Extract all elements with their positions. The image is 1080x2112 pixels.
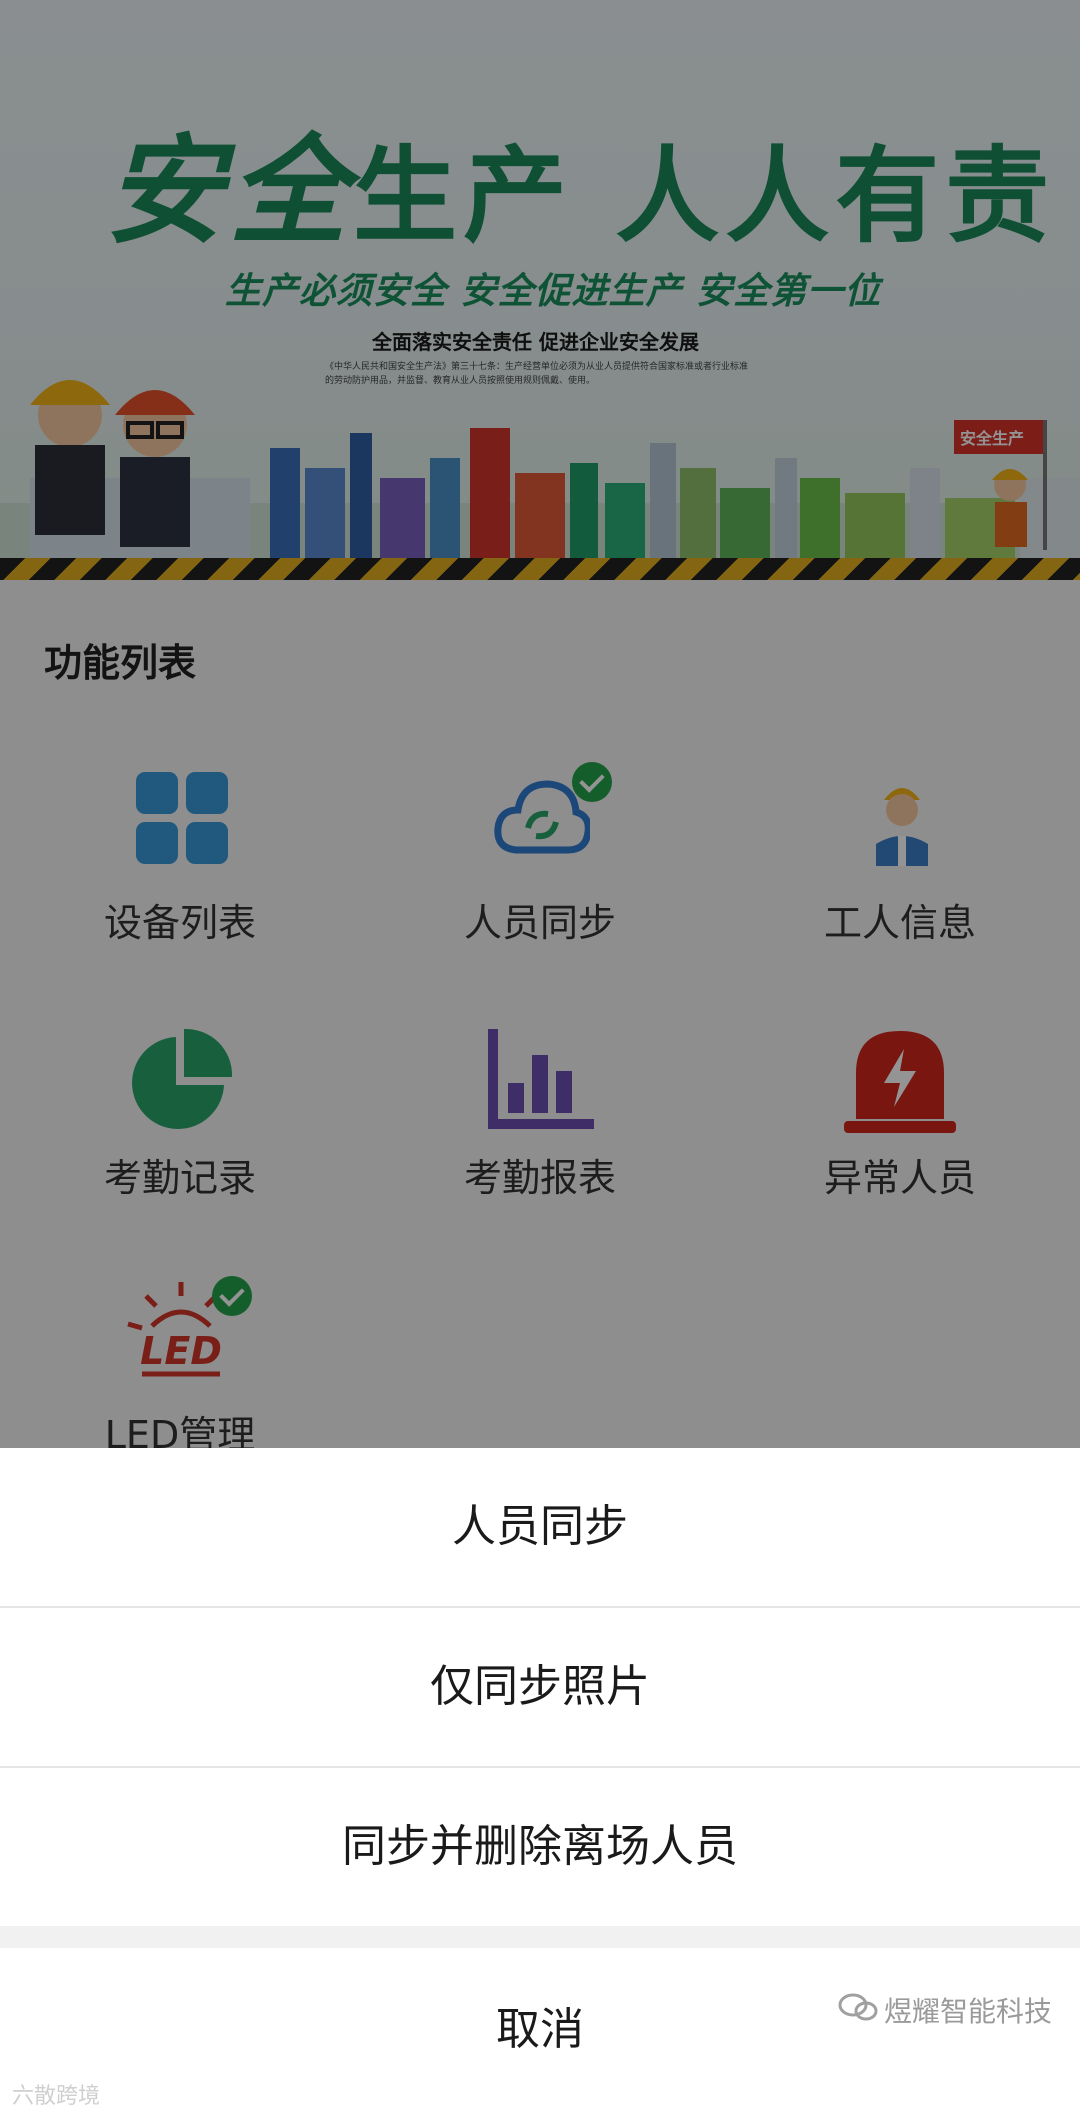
option-sync-photos-only[interactable]: 仅同步照片 (0, 1608, 1080, 1766)
cancel-button[interactable]: 取消 (0, 1948, 1080, 2112)
watermark-source: 六散跨境 (12, 2084, 101, 2109)
watermark-brand: 煜耀智能科技 (884, 1995, 1053, 2028)
option-sync-and-delete-departed[interactable]: 同步并删除离场人员 (0, 1768, 1080, 1926)
option-personnel-sync[interactable]: 人员同步 (0, 1448, 1080, 1606)
sheet-gap (0, 1926, 1080, 1948)
wechat-icon (838, 1993, 878, 2021)
